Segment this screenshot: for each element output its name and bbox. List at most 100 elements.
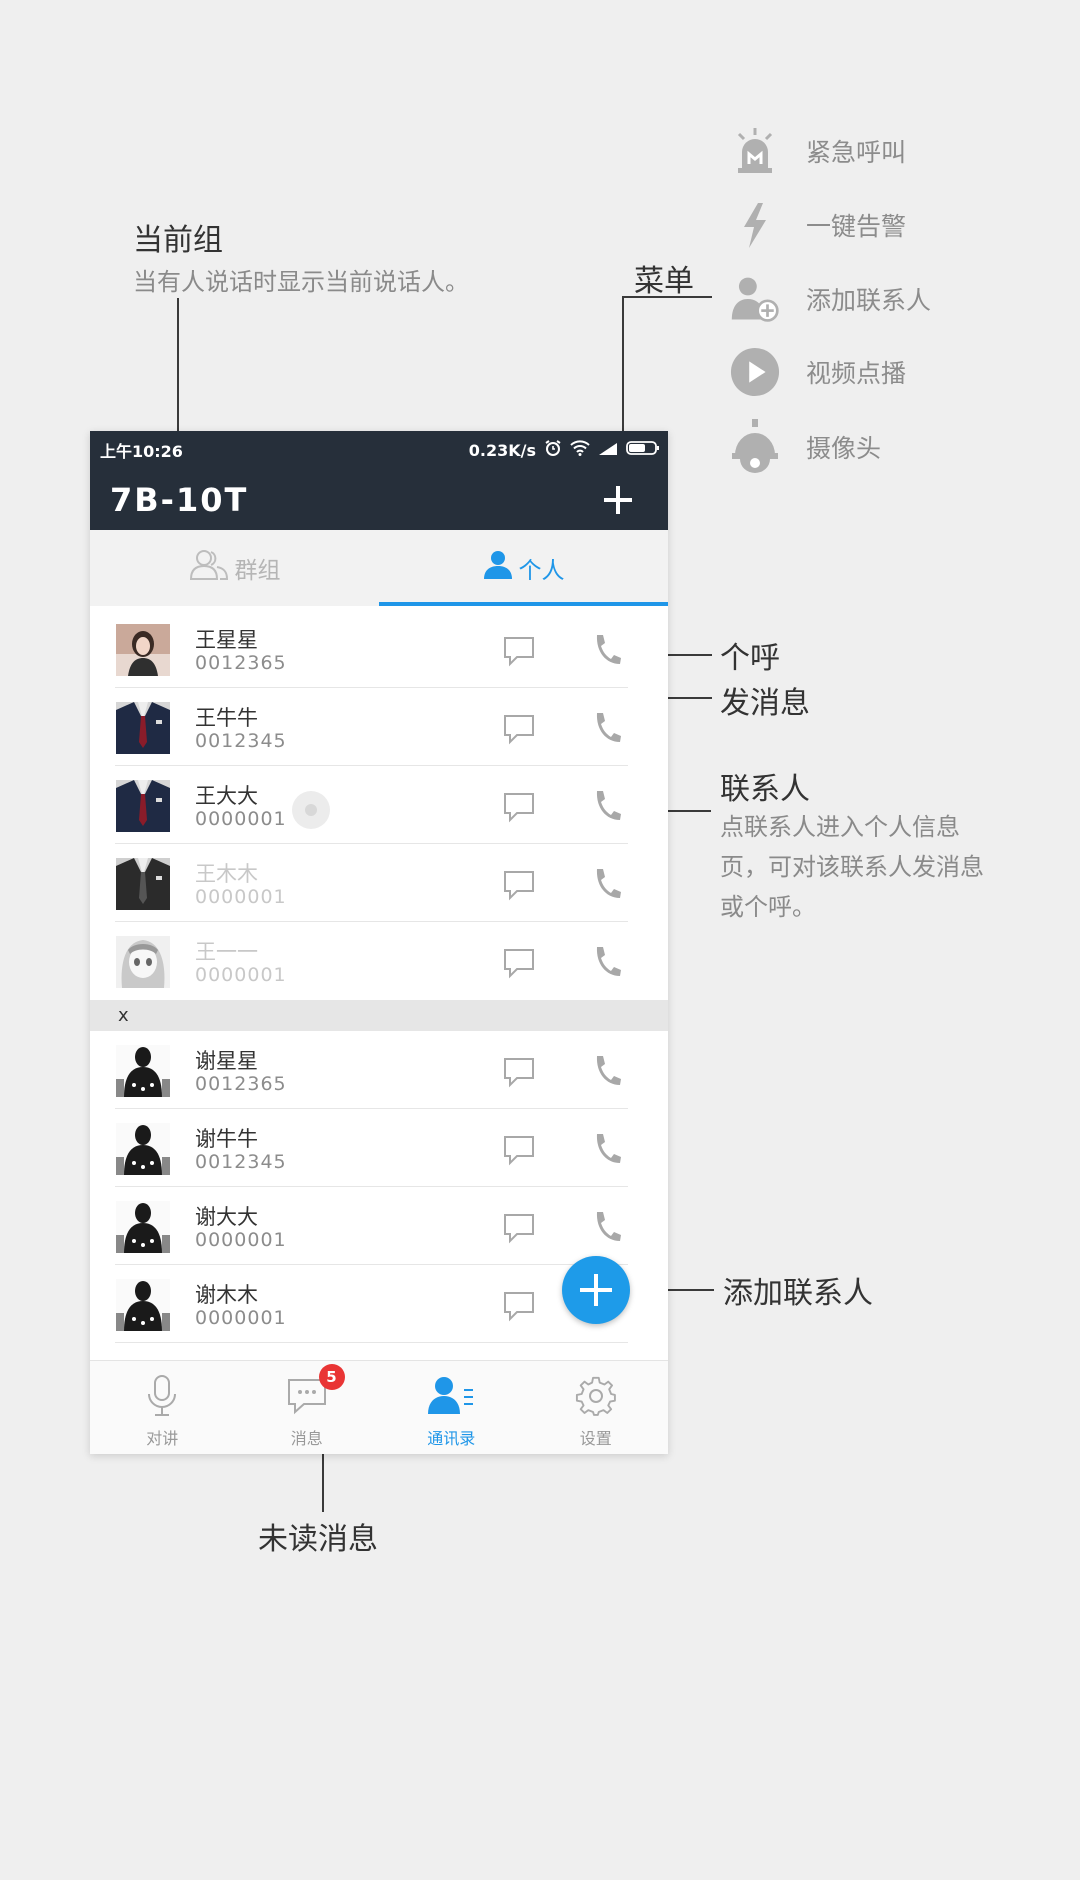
contact-number: 0000001 (195, 886, 287, 908)
avatar (116, 858, 170, 910)
contact-number: 0000001 (195, 964, 287, 986)
menu-item-one-key-alarm[interactable]: 一键告警 (730, 195, 990, 255)
leader-line-menu-v (622, 296, 624, 433)
nav-intercom[interactable]: 对讲 (90, 1361, 235, 1454)
person-icon (483, 550, 513, 586)
alarm-clock-icon (544, 439, 562, 461)
nav-label: 通讯录 (427, 1429, 476, 1448)
status-bar: 上午10:26 0.23K/s (90, 431, 668, 469)
contact-row[interactable]: 王大大 0000001 (90, 766, 668, 844)
phone-icon[interactable] (592, 1053, 622, 1087)
nav-messages[interactable]: 消息 5 (235, 1361, 380, 1454)
contact-number: 0012365 (195, 652, 287, 674)
tab-groups[interactable]: 群组 (90, 530, 379, 606)
contact-name: 王星星 (195, 628, 258, 652)
menu-item-label: 一键告警 (806, 212, 907, 241)
current-group-title: 7B-10T (110, 480, 249, 519)
message-icon[interactable] (502, 1211, 536, 1245)
bottom-nav: 对讲 消息 5 通讯录 设置 (90, 1360, 668, 1454)
avatar (116, 702, 170, 754)
message-icon[interactable] (502, 868, 536, 902)
tab-groups-label: 群组 (234, 558, 281, 584)
contact-tabs: 群组 个人 (90, 530, 668, 606)
annotation-current-group-title: 当前组 (133, 223, 223, 258)
row-divider (115, 1342, 628, 1343)
contact-name: 谢木木 (195, 1283, 258, 1307)
contact-row[interactable]: 谢星星 0012365 (90, 1031, 668, 1109)
phone-icon[interactable] (592, 788, 622, 822)
message-icon[interactable] (502, 712, 536, 746)
contact-row[interactable]: 王一一 0000001 (90, 922, 668, 1000)
contact-row[interactable]: 王星星 0012365 (90, 610, 668, 688)
menu-item-video-on-demand[interactable]: 视频点播 (730, 342, 990, 402)
message-icon[interactable] (502, 1133, 536, 1167)
phone-icon[interactable] (592, 632, 622, 666)
menu-item-label: 摄像头 (806, 434, 882, 463)
phone-icon[interactable] (592, 1131, 622, 1165)
avatar (116, 936, 170, 988)
contact-row[interactable]: 王牛牛 0012345 (90, 688, 668, 766)
leader-line-current-group (177, 298, 179, 433)
phone-icon[interactable] (592, 944, 622, 978)
contact-number: 0012345 (195, 730, 287, 752)
nav-contacts[interactable]: 通讯录 (379, 1361, 524, 1454)
annotation-menu-title: 菜单 (634, 264, 694, 299)
message-icon[interactable] (502, 1055, 536, 1089)
gear-icon (573, 1373, 619, 1419)
message-icon[interactable] (502, 634, 536, 668)
contact-name: 谢牛牛 (195, 1127, 258, 1151)
leader-line-menu-h (622, 296, 712, 298)
phone-icon[interactable] (592, 1209, 622, 1243)
message-icon[interactable] (502, 946, 536, 980)
message-icon[interactable] (502, 1289, 536, 1323)
avatar (116, 780, 170, 832)
alarm-light-icon (730, 126, 780, 176)
unread-badge: 5 (318, 1364, 345, 1390)
nav-settings[interactable]: 设置 (524, 1361, 669, 1454)
contact-number: 0012365 (195, 1073, 287, 1095)
section-header-x: x (90, 1000, 668, 1031)
contact-number: 0000001 (195, 808, 287, 830)
contact-name: 王牛牛 (195, 706, 258, 730)
annotation-current-group-desc: 当有人说话时显示当前说话人。 (133, 268, 469, 296)
contact-name: 谢星星 (195, 1049, 258, 1073)
touch-ripple (292, 791, 330, 829)
phone-icon[interactable] (592, 710, 622, 744)
contact-row[interactable]: 谢牛牛 0012345 (90, 1109, 668, 1187)
menu-item-camera[interactable]: 摄像头 (730, 417, 990, 477)
menu-item-emergency-call[interactable]: 紧急呼叫 (730, 121, 990, 181)
add-contact-fab[interactable] (562, 1256, 630, 1324)
annotation-call-title: 个呼 (720, 641, 780, 676)
nav-label: 对讲 (146, 1429, 179, 1448)
menu-item-add-contact[interactable]: 添加联系人 (730, 269, 990, 329)
contact-name: 王大大 (195, 784, 258, 808)
nav-label: 设置 (579, 1429, 612, 1448)
annotation-send-msg-title: 发消息 (720, 686, 810, 721)
message-icon[interactable] (502, 790, 536, 824)
app-bar: 7B-10T (90, 469, 668, 530)
contacts-book-icon (428, 1373, 474, 1419)
avatar (116, 1123, 170, 1175)
menu-item-label: 视频点播 (806, 359, 907, 388)
contact-number: 0012345 (195, 1151, 287, 1173)
menu-plus-button[interactable] (598, 480, 638, 520)
tab-personal[interactable]: 个人 (379, 530, 668, 606)
wifi-icon (570, 440, 590, 460)
phone-screen: 上午10:26 0.23K/s 7B-10T 群组 个人 王星星 0012365… (90, 431, 668, 1454)
phone-icon[interactable] (592, 866, 622, 900)
contact-name: 谢大大 (195, 1205, 258, 1229)
battery-icon (626, 440, 660, 460)
annotation-unread-title: 未读消息 (258, 1522, 378, 1557)
contact-row[interactable]: 谢大大 0000001 (90, 1187, 668, 1265)
contact-name: 王一一 (195, 940, 258, 964)
lightning-icon (730, 200, 780, 250)
signal-icon (598, 441, 618, 460)
nav-label: 消息 (290, 1429, 323, 1448)
network-speed: 0.23K/s (468, 440, 536, 460)
avatar (116, 624, 170, 676)
menu-item-label: 紧急呼叫 (806, 138, 907, 167)
add-person-icon (730, 274, 780, 324)
contact-row[interactable]: 王木木 0000001 (90, 844, 668, 922)
tab-personal-label: 个人 (518, 558, 565, 584)
avatar (116, 1279, 170, 1331)
